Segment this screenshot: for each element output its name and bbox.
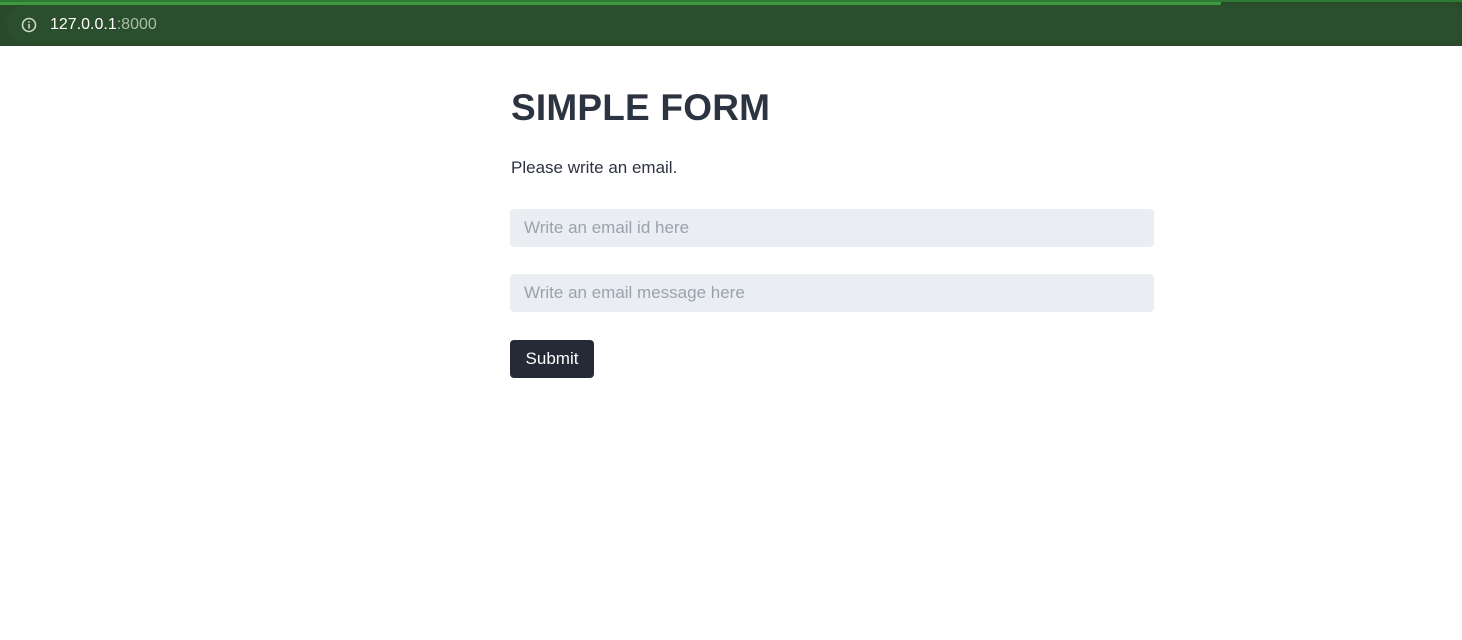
url-port: :8000 [116, 16, 157, 33]
form-description: Please write an email. [511, 158, 678, 177]
info-icon[interactable] [21, 17, 37, 33]
submit-button[interactable]: Submit [510, 340, 594, 378]
email-input[interactable] [510, 209, 1154, 247]
url-text[interactable]: 127.0.0.1:8000 [50, 14, 157, 36]
page-title: SIMPLE FORM [511, 87, 771, 128]
address-bar[interactable] [6, 5, 1462, 43]
url-host: 127.0.0.1 [50, 16, 117, 33]
browser-toolbar: 127.0.0.1:8000 [0, 0, 1462, 46]
message-input[interactable] [510, 274, 1154, 312]
